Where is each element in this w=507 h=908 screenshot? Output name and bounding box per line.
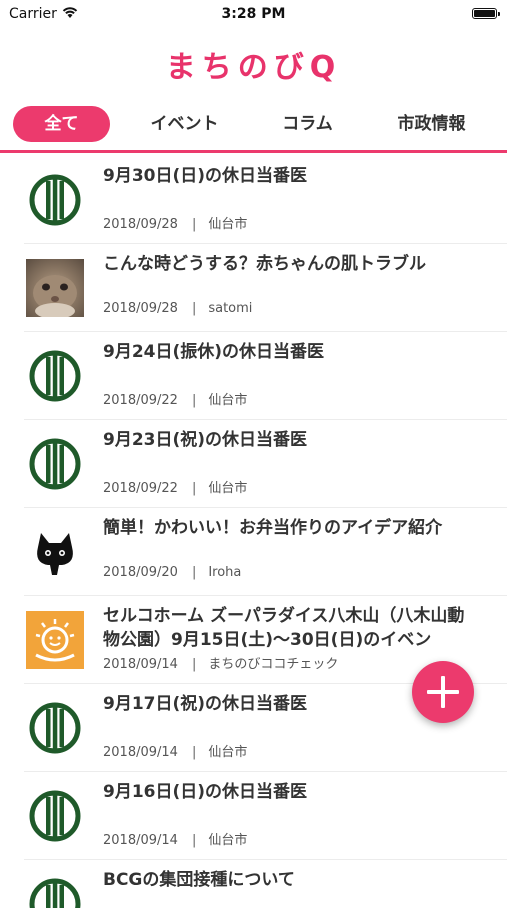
article-title: 9月24日(振休)の休日当番医: [103, 342, 325, 362]
tab-underline: [0, 150, 507, 153]
article-item[interactable]: 9月16日(日)の休日当番医 2018/09/14 | 仙台市: [24, 772, 507, 860]
add-post-button[interactable]: [412, 661, 474, 723]
article-author: まちのびココチェック: [208, 657, 339, 672]
rabbit-photo: [26, 259, 84, 317]
sun-smile-icon: [26, 611, 84, 669]
sendai-emblem-icon: [26, 699, 84, 757]
sendai-emblem-icon: [26, 875, 84, 908]
plus-icon: [427, 676, 459, 708]
article-meta: 2018/09/28 | 仙台市: [103, 213, 247, 232]
meta-separator: |: [191, 745, 197, 760]
sendai-emblem-icon: [26, 347, 84, 405]
black-cat-icon: [26, 523, 84, 581]
tab-all[interactable]: 全て: [13, 106, 110, 142]
status-bar: Carrier 3:28 PM: [0, 0, 507, 28]
article-item[interactable]: BCGの集団接種について: [24, 860, 507, 908]
article-title: BCGの集団接種について: [103, 870, 295, 890]
article-author: 仙台市: [208, 833, 248, 848]
sendai-emblem-icon: [26, 171, 84, 229]
meta-separator: |: [191, 565, 197, 580]
meta-separator: |: [191, 481, 197, 496]
article-author: 仙台市: [208, 745, 248, 760]
article-list: 9月30日(日)の休日当番医 2018/09/28 | 仙台市 こんな時どうする？赤…: [24, 156, 507, 908]
article-title: こんな時どうする？赤ちゃんの肌トラブル: [103, 254, 426, 274]
article-date: 2018/09/14: [103, 657, 178, 672]
article-meta: 2018/09/20 | Iroha: [103, 565, 241, 580]
article-item[interactable]: 9月23日(祝)の休日当番医 2018/09/22 | 仙台市: [24, 420, 507, 508]
sendai-emblem-icon: [26, 435, 84, 493]
meta-separator: |: [191, 657, 197, 672]
meta-separator: |: [191, 393, 197, 408]
article-item[interactable]: 9月30日(日)の休日当番医 2018/09/28 | 仙台市: [24, 156, 507, 244]
battery-icon: [472, 8, 500, 19]
article-meta: 2018/09/28 | satomi: [103, 301, 252, 316]
article-date: 2018/09/14: [103, 833, 178, 848]
article-date: 2018/09/28: [103, 217, 178, 232]
article-title: 9月23日(祝)の休日当番医: [103, 430, 308, 450]
article-meta: 2018/09/14 | まちのびココチェック: [103, 653, 338, 672]
tab-columns[interactable]: コラム: [259, 106, 356, 142]
article-date: 2018/09/22: [103, 481, 178, 496]
article-author: 仙台市: [208, 393, 248, 408]
tab-events[interactable]: イベント: [136, 106, 233, 142]
category-tabs: 全て イベント コラム 市政情報: [0, 106, 507, 142]
meta-separator: |: [191, 301, 197, 316]
article-title: 簡単！かわいい！お弁当作りのアイデア紹介: [103, 518, 443, 538]
article-date: 2018/09/14: [103, 745, 178, 760]
article-date: 2018/09/22: [103, 393, 178, 408]
article-meta: 2018/09/22 | 仙台市: [103, 477, 247, 496]
article-item[interactable]: 簡単！かわいい！お弁当作りのアイデア紹介 2018/09/20 | Iroha: [24, 508, 507, 596]
app-logo: まちのびQ: [165, 50, 342, 85]
article-title: 9月16日(日)の休日当番医: [103, 782, 308, 802]
article-author: satomi: [208, 301, 253, 316]
article-item[interactable]: 9月24日(振休)の休日当番医 2018/09/22 | 仙台市: [24, 332, 507, 420]
article-item[interactable]: こんな時どうする？赤ちゃんの肌トラブル 2018/09/28 | satomi: [24, 244, 507, 332]
article-author: 仙台市: [208, 481, 248, 496]
article-meta: 2018/09/22 | 仙台市: [103, 389, 247, 408]
meta-separator: |: [191, 833, 197, 848]
article-meta: 2018/09/14 | 仙台市: [103, 829, 247, 848]
sendai-emblem-icon: [26, 787, 84, 845]
article-meta: 2018/09/14 | 仙台市: [103, 741, 247, 760]
meta-separator: |: [191, 217, 197, 232]
article-date: 2018/09/20: [103, 565, 178, 580]
article-author: 仙台市: [208, 217, 248, 232]
tab-city-info[interactable]: 市政情報: [383, 106, 480, 142]
battery-fill: [474, 10, 495, 17]
article-date: 2018/09/28: [103, 301, 178, 316]
article-title: セルコホーム ズーパラダイス八木山（八木山動物公園）9月15日(土)〜30日(日…: [103, 606, 465, 650]
status-time: 3:28 PM: [221, 6, 286, 22]
article-author: Iroha: [208, 565, 242, 580]
article-title: 9月30日(日)の休日当番医: [103, 166, 308, 186]
